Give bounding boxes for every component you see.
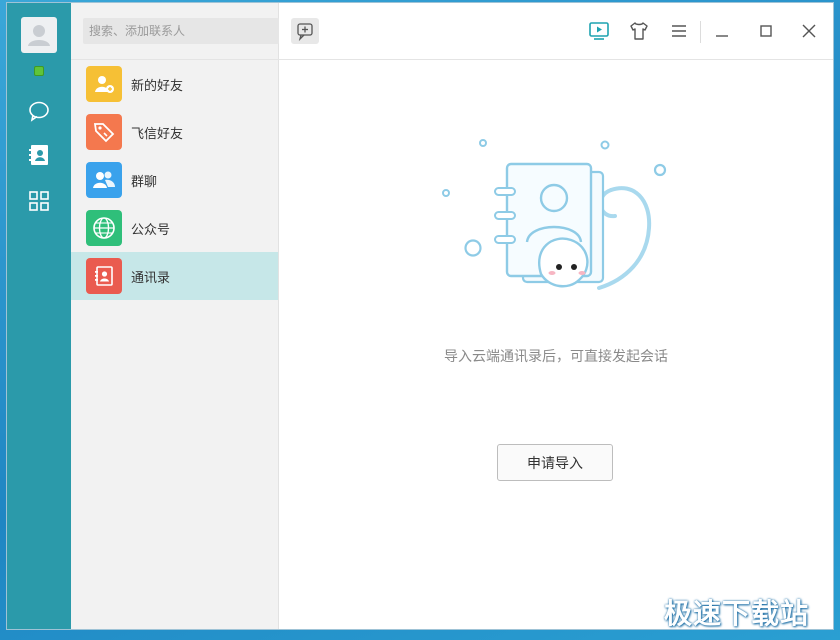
empty-address-book-illustration — [442, 139, 667, 290]
minimize-button[interactable] — [710, 19, 734, 43]
nav-sidebar — [7, 3, 71, 629]
contacts-pane: 新的好友 飞信好友 — [71, 3, 319, 629]
list-item-label: 通讯录 — [131, 270, 171, 286]
list-item-official-accounts[interactable]: 公众号 — [71, 204, 278, 252]
list-item-address-book[interactable]: 通讯录 — [71, 252, 278, 300]
watermark: 极速下载站 — [664, 597, 810, 630]
contacts-category-list: 新的好友 飞信好友 群聊 公众号 通讯录 — [71, 60, 278, 300]
list-item-label: 飞信好友 — [131, 126, 184, 142]
list-item-label: 新的好友 — [131, 78, 184, 94]
video-button[interactable] — [587, 19, 611, 43]
maximize-button[interactable] — [754, 19, 778, 43]
list-item-fetion-friends[interactable]: 飞信好友 — [71, 108, 278, 156]
contacts-book-icon[interactable] — [27, 143, 51, 167]
video-icon — [589, 22, 609, 40]
close-button[interactable] — [797, 19, 821, 43]
list-item-group-chat[interactable]: 群聊 — [71, 156, 278, 204]
skin-button[interactable] — [627, 19, 651, 43]
new-chat-button[interactable] — [291, 18, 319, 44]
add-chat-icon — [297, 23, 313, 42]
add-friend-icon — [86, 66, 122, 102]
status-badge — [34, 66, 44, 76]
list-item-label: 群聊 — [131, 174, 158, 190]
list-item-label: 公众号 — [131, 222, 171, 238]
minimize-icon — [716, 35, 728, 37]
empty-state-hint: 导入云端通讯录后，可直接发起会话 — [444, 349, 668, 365]
apply-import-button[interactable]: 申请导入 — [497, 444, 613, 481]
chat-icon[interactable] — [27, 99, 51, 123]
maximize-icon — [760, 25, 772, 37]
skin-tshirt-icon — [630, 22, 648, 40]
globe-icon — [86, 210, 122, 246]
tag-icon — [86, 114, 122, 150]
titlebar-divider — [700, 21, 701, 43]
app-window: 新的好友 飞信好友 — [7, 3, 833, 629]
address-book-icon — [86, 258, 122, 294]
menu-icon — [672, 25, 686, 37]
avatar[interactable] — [21, 17, 57, 53]
close-icon — [802, 24, 816, 38]
list-item-new-friends[interactable]: 新的好友 — [71, 60, 278, 108]
apps-grid-icon[interactable] — [27, 189, 51, 213]
search-input[interactable] — [83, 18, 279, 44]
menu-button[interactable] — [667, 19, 691, 43]
group-icon — [86, 162, 122, 198]
avatar-icon — [28, 25, 50, 46]
main-panel: 导入云端通讯录后，可直接发起会话 申请导入 — [279, 60, 833, 629]
